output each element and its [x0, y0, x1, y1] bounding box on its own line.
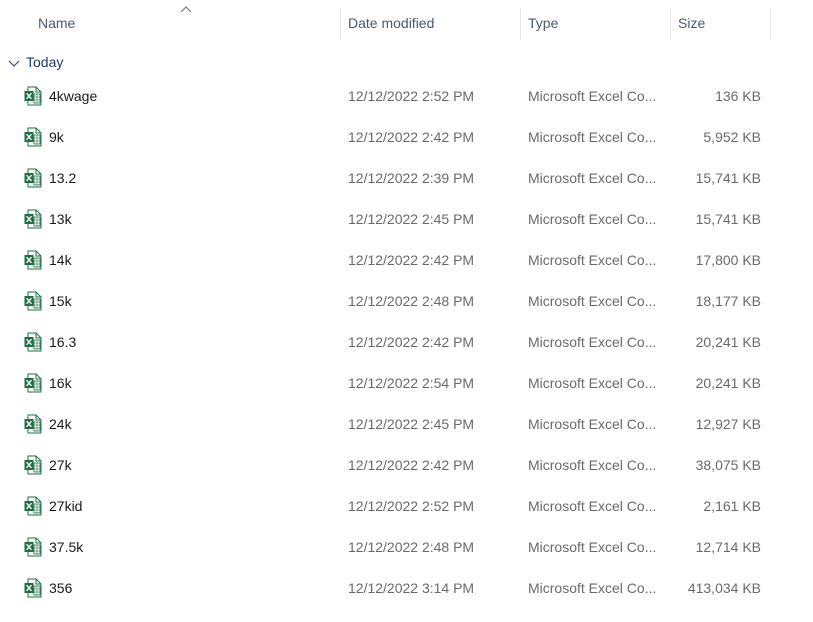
file-type: Microsoft Excel Co...: [528, 252, 657, 268]
file-date-modified: 12/12/2022 2:45 PM: [348, 211, 475, 227]
file-row[interactable]: 356 12/12/2022 3:14 PM Microsoft Excel Co.…: [0, 568, 813, 609]
file-type: Microsoft Excel Co...: [528, 539, 657, 555]
file-date-modified: 12/12/2022 2:54 PM: [348, 375, 475, 391]
file-size: 413,034 KB: [687, 580, 761, 596]
file-list: 4kwage 12/12/2022 2:52 PM Microsoft Excel …: [0, 76, 813, 609]
file-date-modified: 12/12/2022 2:48 PM: [348, 293, 475, 309]
excel-file-icon: [24, 414, 42, 434]
file-type: Microsoft Excel Co...: [528, 88, 657, 104]
file-size: 20,241 KB: [695, 334, 761, 350]
file-type: Microsoft Excel Co...: [528, 498, 657, 514]
file-row[interactable]: 24k 12/12/2022 2:45 PM Microsoft Excel Co.…: [0, 404, 813, 445]
file-row[interactable]: 37.5k 12/12/2022 2:48 PM Microsoft Excel C…: [0, 527, 813, 568]
column-divider[interactable]: [670, 8, 671, 40]
file-explorer-details-view: Name Date modified Type Size Today 4kwag…: [0, 0, 813, 622]
file-name: 27kid: [49, 498, 83, 514]
excel-file-icon: [24, 373, 42, 393]
file-row[interactable]: 16.3 12/12/2022 2:42 PM Microsoft Excel Co…: [0, 322, 813, 363]
file-row[interactable]: 13.2 12/12/2022 2:39 PM Microsoft Excel Co…: [0, 158, 813, 199]
file-row[interactable]: 14k 12/12/2022 2:42 PM Microsoft Excel Co.…: [0, 240, 813, 281]
file-name: 27k: [49, 457, 72, 473]
file-type: Microsoft Excel Co...: [528, 211, 657, 227]
column-header-bar: Name Date modified Type Size: [0, 0, 813, 46]
file-type: Microsoft Excel Co...: [528, 293, 657, 309]
column-header-size[interactable]: Size: [678, 7, 768, 39]
file-size: 12,714 KB: [695, 539, 761, 555]
file-name: 15k: [49, 293, 72, 309]
excel-file-icon: [24, 168, 42, 188]
file-size: 5,952 KB: [703, 129, 761, 145]
file-name: 4kwage: [49, 88, 98, 104]
file-size: 2,161 KB: [703, 498, 761, 514]
file-row[interactable]: 16k 12/12/2022 2:54 PM Microsoft Excel Co.…: [0, 363, 813, 404]
column-divider[interactable]: [340, 8, 341, 40]
excel-file-icon: [24, 455, 42, 475]
file-size: 15,741 KB: [695, 170, 761, 186]
file-name: 356: [49, 580, 73, 596]
file-size: 38,075 KB: [695, 457, 761, 473]
excel-file-icon: [24, 209, 42, 229]
file-type: Microsoft Excel Co...: [528, 129, 657, 145]
column-header-name[interactable]: Name: [38, 7, 338, 39]
column-divider[interactable]: [520, 8, 521, 40]
file-size: 17,800 KB: [695, 252, 761, 268]
file-size: 12,927 KB: [695, 416, 761, 432]
file-type: Microsoft Excel Co...: [528, 457, 657, 473]
file-row[interactable]: 13k 12/12/2022 2:45 PM Microsoft Excel Co.…: [0, 199, 813, 240]
file-date-modified: 12/12/2022 2:48 PM: [348, 539, 475, 555]
file-date-modified: 12/12/2022 2:42 PM: [348, 129, 475, 145]
file-row[interactable]: 15k 12/12/2022 2:48 PM Microsoft Excel Co.…: [0, 281, 813, 322]
file-size: 20,241 KB: [695, 375, 761, 391]
group-label: Today: [26, 54, 64, 70]
file-type: Microsoft Excel Co...: [528, 170, 657, 186]
file-date-modified: 12/12/2022 3:14 PM: [348, 580, 475, 596]
file-type: Microsoft Excel Co...: [528, 416, 657, 432]
file-date-modified: 12/12/2022 2:39 PM: [348, 170, 475, 186]
file-date-modified: 12/12/2022 2:52 PM: [348, 88, 475, 104]
excel-file-icon: [24, 578, 42, 598]
column-header-type[interactable]: Type: [528, 7, 668, 39]
file-name: 14k: [49, 252, 72, 268]
excel-file-icon: [24, 250, 42, 270]
file-row[interactable]: 4kwage 12/12/2022 2:52 PM Microsoft Excel …: [0, 76, 813, 117]
file-row[interactable]: 9k 12/12/2022 2:42 PM Microsoft Excel Co..…: [0, 117, 813, 158]
excel-file-icon: [24, 537, 42, 557]
file-size: 136 KB: [715, 88, 761, 104]
file-date-modified: 12/12/2022 2:42 PM: [348, 334, 475, 350]
file-size: 18,177 KB: [695, 293, 761, 309]
file-name: 13.2: [49, 170, 77, 186]
column-divider[interactable]: [770, 8, 771, 40]
file-name: 37.5k: [49, 539, 84, 555]
column-header-date-modified[interactable]: Date modified: [348, 7, 518, 39]
file-name: 16.3: [49, 334, 77, 350]
file-name: 13k: [49, 211, 72, 227]
file-date-modified: 12/12/2022 2:52 PM: [348, 498, 475, 514]
excel-file-icon: [24, 86, 42, 106]
file-type: Microsoft Excel Co...: [528, 580, 657, 596]
excel-file-icon: [24, 291, 42, 311]
file-name: 16k: [49, 375, 72, 391]
file-name: 9k: [49, 129, 64, 145]
file-name: 24k: [49, 416, 72, 432]
excel-file-icon: [24, 496, 42, 516]
file-type: Microsoft Excel Co...: [528, 334, 657, 350]
file-row[interactable]: 27k 12/12/2022 2:42 PM Microsoft Excel Co.…: [0, 445, 813, 486]
file-date-modified: 12/12/2022 2:42 PM: [348, 252, 475, 268]
file-date-modified: 12/12/2022 2:45 PM: [348, 416, 475, 432]
excel-file-icon: [24, 127, 42, 147]
file-row[interactable]: 27kid 12/12/2022 2:52 PM Microsoft Excel C…: [0, 486, 813, 527]
file-type: Microsoft Excel Co...: [528, 375, 657, 391]
chevron-down-icon[interactable]: [8, 58, 20, 68]
excel-file-icon: [24, 332, 42, 352]
file-date-modified: 12/12/2022 2:42 PM: [348, 457, 475, 473]
group-header-today[interactable]: Today: [8, 50, 63, 74]
file-size: 15,741 KB: [695, 211, 761, 227]
